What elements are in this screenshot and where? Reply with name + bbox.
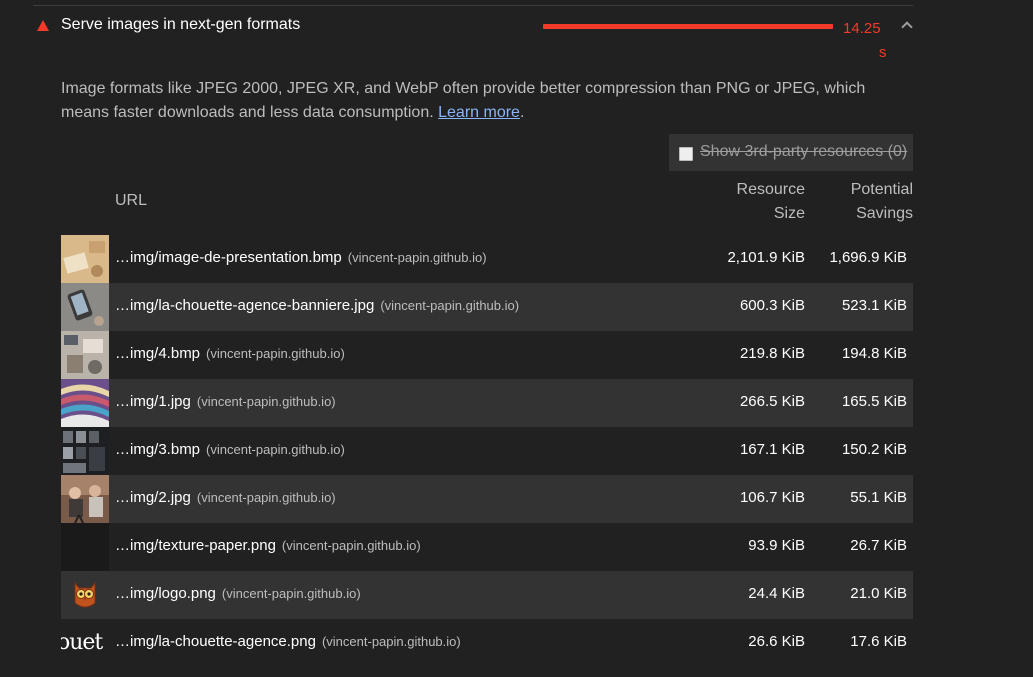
learn-more-link[interactable]: Learn more [438,104,520,121]
row-savings: 1,696.9 KiB [829,249,907,266]
row-size: 266.5 KiB [739,393,805,410]
table-row: …img/texture-paper.png (vincent-papin.git… [61,523,913,571]
row-size: 24.4 KiB [748,585,805,602]
row-path: …img/2.jpg [115,489,191,506]
desk-photo-thumbnail [61,235,109,283]
workspace-photo-thumbnail [61,331,109,379]
row-savings: 17.6 KiB [850,633,907,650]
row-url[interactable]: …img/la-chouette-agence-banniere.jpg (vin… [115,297,519,314]
row-host: (vincent-papin.github.io) [321,634,461,649]
table-row: …img/2.jpg (vincent-papin.github.io) 106.… [61,475,913,523]
savings-number: 14.25 [843,20,881,37]
row-size: 106.7 KiB [739,489,805,506]
row-path: …img/1.jpg [115,393,191,410]
description-period: . [519,104,525,121]
column-header-potential-savings: Potential Savings [812,178,913,226]
wordmark-text: ouet [61,630,103,655]
row-host: (vincent-papin.github.io) [196,394,336,409]
row-url[interactable]: …img/la-chouette-agence.png (vincent-papi… [115,633,461,650]
column-header-url: URL [115,192,148,209]
row-path: …img/la-chouette-agence-banniere.jpg [115,297,375,314]
column-header-size-line2: Size [773,205,805,222]
third-party-count: (0) [887,143,908,160]
row-size: 93.9 KiB [748,537,805,554]
row-url[interactable]: …img/logo.png (vincent-papin.github.io) [115,585,361,602]
row-url[interactable]: …img/1.jpg (vincent-papin.github.io) [115,393,336,410]
audit-description: Image formats like JPEG 2000, JPEG XR, a… [61,77,891,125]
warning-triangle-icon [37,20,49,31]
row-path: …img/texture-paper.png [115,537,276,554]
row-savings: 150.2 KiB [841,441,907,458]
row-savings: 26.7 KiB [850,537,907,554]
row-host: (vincent-papin.github.io) [380,298,520,313]
row-host: (vincent-papin.github.io) [221,586,361,601]
column-header-savings-line1: Potential [850,181,913,198]
row-size: 2,101.9 KiB [727,249,805,266]
table-row: …img/image-de-presentation.bmp (vincent-p… [61,235,913,283]
row-url[interactable]: …img/image-de-presentation.bmp (vincent-p… [115,249,487,266]
row-url[interactable]: …img/2.jpg (vincent-papin.github.io) [115,489,336,506]
third-party-filter[interactable]: Show 3rd-party resources (0) [669,134,913,171]
row-savings: 165.5 KiB [841,393,907,410]
row-savings: 21.0 KiB [850,585,907,602]
audit-header[interactable]: Serve images in next-gen formats 14.25 s [33,12,913,62]
table-row: …img/1.jpg (vincent-papin.github.io) 266.… [61,379,913,427]
row-host: (vincent-papin.github.io) [347,250,487,265]
table-row: …img/la-chouette-agence-banniere.jpg (vin… [61,283,913,331]
row-host: (vincent-papin.github.io) [206,346,345,361]
wordmark-thumbnail: ouet [61,619,109,667]
row-size: 26.6 KiB [748,633,805,650]
column-header-resource-size: Resource Size [700,178,805,226]
third-party-checkbox[interactable] [679,147,693,161]
savings-value: 14.25 s [843,17,893,65]
table-row: ouet …img/la-chouette-agence.png (vincent… [61,619,913,667]
row-path: …img/la-chouette-agence.png [115,633,316,650]
row-path: …img/4.bmp [115,345,201,362]
divider [33,5,913,6]
row-savings: 523.1 KiB [841,297,907,314]
audit-title: Serve images in next-gen formats [61,16,301,33]
table-row: …img/4.bmp (vincent-papin.github.io) 219.… [61,331,913,379]
row-host: (vincent-papin.github.io) [281,538,421,553]
dark-gallery-thumbnail [61,427,109,475]
row-path: …img/logo.png [115,585,216,602]
row-size: 167.1 KiB [739,441,805,458]
row-path: …img/image-de-presentation.bmp [115,249,342,266]
chevron-up-icon[interactable] [901,21,913,33]
row-size: 600.3 KiB [739,297,805,314]
row-url[interactable]: …img/4.bmp (vincent-papin.github.io) [115,345,345,362]
fabric-photo-thumbnail [61,379,109,427]
resource-table: …img/image-de-presentation.bmp (vincent-p… [61,235,913,667]
row-size: 219.8 KiB [739,345,805,362]
texture-thumbnail [61,523,109,571]
column-header-size-line1: Resource [736,181,805,198]
row-savings: 55.1 KiB [850,489,907,506]
row-path: …img/3.bmp [115,441,201,458]
row-savings: 194.8 KiB [841,345,907,362]
column-header-savings-line2: Savings [856,205,913,222]
row-url[interactable]: …img/texture-paper.png (vincent-papin.git… [115,537,421,554]
row-host: (vincent-papin.github.io) [196,490,336,505]
savings-bar [543,24,833,29]
third-party-label-text: Show 3rd-party resources [700,143,884,160]
phone-photo-thumbnail [61,283,109,331]
row-url[interactable]: …img/3.bmp (vincent-papin.github.io) [115,441,345,458]
owl-logo-thumbnail [61,571,109,619]
table-row: …img/logo.png (vincent-papin.github.io) 2… [61,571,913,619]
people-photo-thumbnail [61,475,109,523]
third-party-label[interactable]: Show 3rd-party resources (0) [700,143,907,161]
row-host: (vincent-papin.github.io) [206,442,345,457]
savings-unit: s [879,44,887,61]
table-row: …img/3.bmp (vincent-papin.github.io) 167.… [61,427,913,475]
